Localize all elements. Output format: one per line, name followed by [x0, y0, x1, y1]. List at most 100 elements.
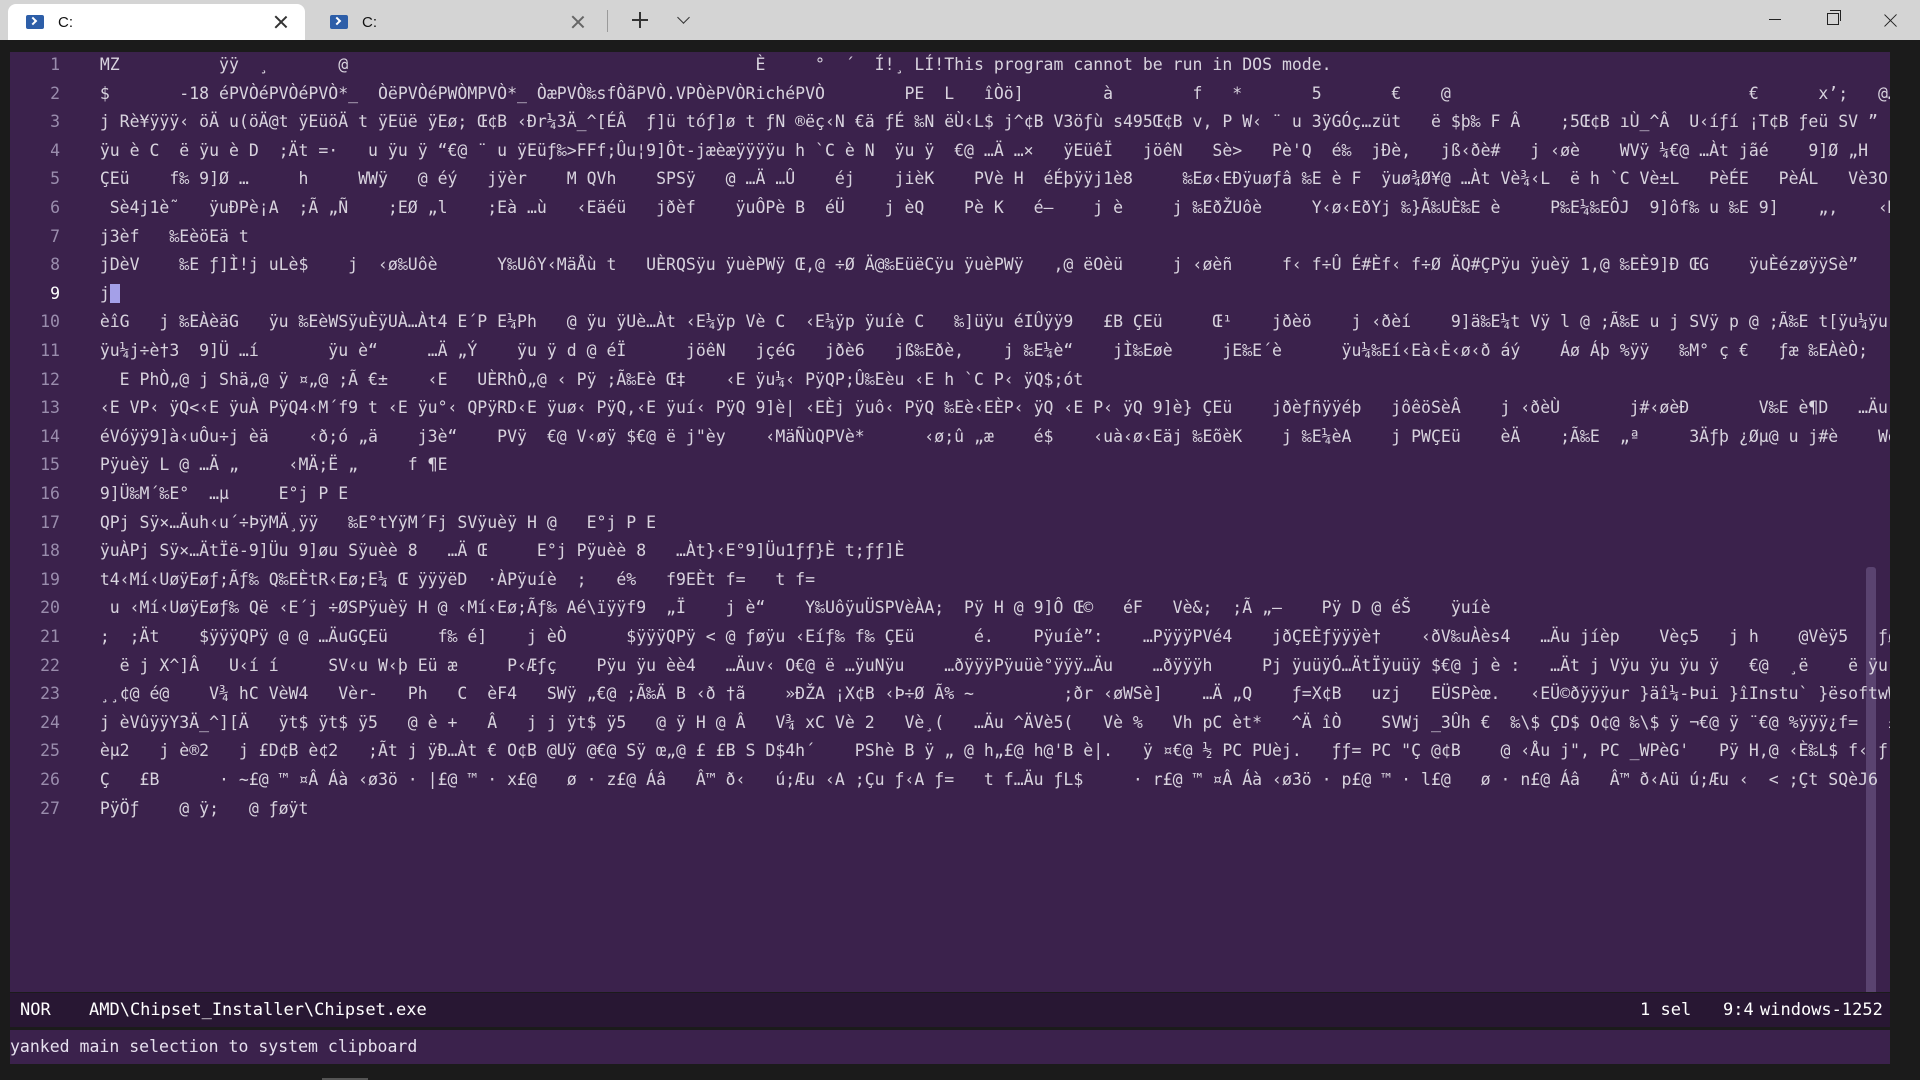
title-bar: C: C: [0, 0, 1920, 40]
line-number: 11 [40, 341, 60, 360]
line-text: $ -18 éPVÒéPVÒéPVÒ*_ ÒëPVÒéPWÒMPVÒ*_ ÒæP… [99, 83, 1890, 103]
buffer-line[interactable]: 9 j [10, 279, 1890, 309]
line-text: j Rè¥ÿÿÿ‹ öÄ u(öÄ@t ÿEüöÄ t ÿEüë ÿEø; Œ¢… [99, 112, 1878, 132]
tab-title: C: [58, 13, 73, 31]
new-tab-plus-icon[interactable] [628, 8, 652, 32]
line-number: 20 [40, 598, 60, 618]
buffer-line[interactable]: 13 ‹E VP‹ ÿQ<‹E ÿuÀ PÿQ4‹M´f9 t ‹E ÿu°‹ … [10, 393, 1890, 423]
buffer-line[interactable]: 20 u ‹Mí‹UøÿEøƒ‰ Që ‹E´j ÷ØSPÿuèÿ H @ ‹M… [10, 593, 1890, 623]
line-number: 7 [50, 226, 60, 246]
line-text: ÿuÀPj Sÿ×…ÄtÏë-9]Üu 9]øu Sÿuèè 8 …Ä Œ E°… [99, 541, 905, 561]
file-path: AMD\Chipset_Installer\Chipset.exe [89, 1000, 427, 1020]
line-text: Ç £B · ~£@ ™ ¤Â Áà ‹ø3ö · |£@ ™ · x£@ ø … [99, 770, 1890, 789]
buffer-line[interactable]: 26 Ç £B · ~£@ ™ ¤Â Áà ‹ø3ö · |£@ ™ · x£@… [10, 765, 1890, 795]
maximize-icon[interactable] [1804, 0, 1862, 40]
line-text: èµ2 j è®2 j £D¢B è¢2 ;Ãt j ÿÐ…Àt € O¢B @… [99, 741, 1890, 761]
line-number: 1 [50, 55, 60, 74]
line-text: QPj Sÿ×…Äuh‹u´÷ÞÿMÄ¸ÿÿ ‰E°tYÿM´Fj SVÿuèÿ… [99, 512, 657, 532]
buffer-line[interactable]: 8 jDèV ‰E ƒ]Ì!j uLè$ j ‹ø‰Uôè Y‰UôY‹MäÅù… [10, 250, 1890, 280]
line-number: 15 [40, 455, 60, 475]
line-number: 22 [40, 655, 60, 675]
line-number: 24 [40, 712, 60, 732]
line-text: u ‹Mí‹UøÿEøƒ‰ Që ‹E´j ÷ØSPÿuèÿ H @ ‹Mí‹E… [99, 598, 1491, 618]
line-number: 12 [40, 369, 60, 389]
line-text: Pÿuèÿ L @ …Ä „ ‹MÄ;Ë „ f ¶E [99, 455, 448, 475]
tab-title: C: [362, 13, 377, 31]
buffer-line[interactable]: 27 PÿÖƒ @ ÿ; @ ƒøÿt [10, 794, 1890, 824]
buffer-line[interactable]: 5 ÇEü f‰ 9]Ø … h WWÿ @ éý jÿèr M QVh SPS… [10, 164, 1890, 194]
buffer-line[interactable]: 15 Pÿuèÿ L @ …Ä „ ‹MÄ;Ë „ f ¶E [10, 450, 1890, 480]
editor-buffer[interactable]: 1 MZ ÿÿ ¸ @ È ° ´ Í!¸ LÍ!This program ca… [10, 52, 1890, 992]
tab-close-icon[interactable] [568, 12, 588, 32]
tab-c-inactive[interactable]: C: [312, 4, 602, 40]
line-text: E PhÒ„@ j Shä„@ ÿ ¤„@ ;Ã €± ‹E UÈRhÒ„@ ‹… [99, 369, 1084, 389]
tab-c-active[interactable]: C: [8, 4, 305, 40]
tab-separator [607, 10, 608, 32]
buffer-line[interactable]: 2 $ -18 éPVÒéPVÒéPVÒ*_ ÒëPVÒéPWÒMPVÒ*_ Ò… [10, 79, 1890, 109]
line-text: éVóÿÿ9]à‹uÔu÷j èä ‹ð;ó „ä j3è“ PVÿ €@ V‹… [99, 426, 1890, 446]
selection-count: 1 sel [1640, 1000, 1692, 1020]
line-text: ÿu¼j÷è†3 9]Ü …í ÿu è“ …Ä „Ý ÿu ÿ d @ éÏ … [99, 341, 1890, 360]
buffer-line[interactable]: 16 9]Ü‰M´‰E° …µ E°j P E [10, 479, 1890, 509]
line-text: ÇEü f‰ 9]Ø … h WWÿ @ éý jÿèr M QVh SPSÿ … [99, 169, 1890, 189]
buffer-line[interactable]: 14 éVóÿÿ9]à‹uÔu÷j èä ‹ð;ó „ä j3è“ PVÿ €@… [10, 422, 1890, 452]
line-text: PÿÖƒ @ ÿ; @ ƒøÿt [99, 798, 309, 818]
line-text: j èVûÿÿY3Ä_^][Ä ÿt$ ÿt$ ÿ5 @ è + Â j j ÿ… [99, 712, 1890, 732]
cursor-position: 9:4 [1723, 1000, 1754, 1020]
line-text: ¸¸¢@ é@ V¾ hC VèW4 Vèr- Ph C èF4 SWÿ „€@… [99, 684, 1890, 704]
line-number: 4 [50, 140, 60, 160]
line-number: 14 [40, 426, 60, 446]
file-encoding: windows-1252 [1760, 1000, 1883, 1020]
buffer-line[interactable]: 24 j èVûÿÿY3Ä_^][Ä ÿt$ ÿt$ ÿ5 @ è + Â j … [10, 708, 1890, 738]
buffer-line[interactable]: 4 ÿu è C ë ÿu è D ;Ät =· u ÿu ÿ “€@ ¨ u … [10, 136, 1890, 166]
buffer-line[interactable]: 1 MZ ÿÿ ¸ @ È ° ´ Í!¸ LÍ!This program ca… [10, 52, 1890, 80]
line-text: t4‹Mí‹UøÿEøƒ;Ãƒ‰ Q‰EÈtR‹Eø;E¼ Œ ÿÿÿëD ·À… [99, 569, 816, 589]
mode-indicator: NOR [20, 1000, 51, 1020]
buffer-line[interactable]: 17 QPj Sÿ×…Äuh‹u´÷ÞÿMÄ¸ÿÿ ‰E°tYÿM´Fj SVÿ… [10, 508, 1890, 538]
line-number: 6 [50, 198, 60, 217]
line-number: 18 [40, 541, 60, 561]
message-line: yanked main selection to system clipboar… [10, 1030, 1890, 1064]
tab-dropdown-chevron-icon[interactable] [674, 8, 694, 32]
line-text: Sè4j1è˜ ÿuÐPè¡A ;Ã „Ñ ;EØ „l ;Eà …ù ‹Eäé… [99, 198, 1890, 217]
minimize-icon[interactable] [1746, 0, 1804, 40]
tab-close-icon[interactable] [271, 12, 291, 32]
line-number: 26 [40, 770, 60, 789]
line-text: MZ ÿÿ ¸ @ È ° ´ Í!¸ LÍ!This program cann… [99, 55, 1332, 74]
line-number: 9 [50, 283, 60, 303]
buffer-line[interactable]: 21 ; ;Ät $ÿÿÿQPÿ @ @ …ÄuGÇEü f‰ é] j èÒ … [10, 622, 1890, 652]
buffer-line[interactable]: 10 èîG j ‰EÀèäG ÿu ‰EèWSÿuÈÿUÀ…Àt4 E´P E… [10, 307, 1890, 337]
buffer-line[interactable]: 11 ÿu¼j÷è†3 9]Ü …í ÿu è“ …Ä „Ý ÿu ÿ d @ … [10, 336, 1890, 366]
line-number: 25 [40, 741, 60, 761]
window-bottom-edge [0, 1066, 1920, 1080]
buffer-line[interactable]: 7 j3èf ‰EèöEä t [10, 222, 1890, 252]
buffer-line[interactable]: 19 t4‹Mí‹UøÿEøƒ;Ãƒ‰ Q‰EÈtR‹Eø;E¼ Œ ÿÿÿëD… [10, 565, 1890, 595]
line-number: 17 [40, 512, 60, 532]
buffer-line[interactable]: 25 èµ2 j è®2 j £D¢B è¢2 ;Ãt j ÿÐ…Àt € O¢… [10, 736, 1890, 766]
buffer-line[interactable]: 6 Sè4j1è˜ ÿuÐPè¡A ;Ã „Ñ ;EØ „l ;Eà …ù ‹E… [10, 193, 1890, 223]
line-text: jDèV ‰E ƒ]Ì!j uLè$ j ‹ø‰Uôè Y‰UôY‹MäÅù t… [99, 255, 1890, 275]
buffer-line[interactable]: 22 ë j X^]Â U‹í í SV‹u W‹þ Eü æ P‹Æƒç Pÿ… [10, 651, 1890, 681]
powershell-icon [26, 15, 44, 29]
line-number: 23 [40, 684, 60, 704]
line-number: 16 [40, 484, 60, 503]
line-number: 10 [40, 312, 60, 332]
close-icon[interactable] [1862, 0, 1920, 40]
line-number: 2 [50, 83, 60, 103]
line-number: 13 [40, 398, 60, 418]
buffer-line[interactable]: 12 E PhÒ„@ j Shä„@ ÿ ¤„@ ;Ã €± ‹E UÈRhÒ„… [10, 365, 1890, 395]
line-text: èîG j ‰EÀèäG ÿu ‰EèWSÿuÈÿUÀ…Àt4 E´P E¼Ph… [99, 312, 1890, 332]
line-number: 8 [50, 255, 60, 275]
buffer-line[interactable]: 3 j Rè¥ÿÿÿ‹ öÄ u(öÄ@t ÿEüöÄ t ÿEüë ÿEø; … [10, 107, 1890, 137]
line-text: ; ;Ät $ÿÿÿQPÿ @ @ …ÄuGÇEü f‰ é] j èÒ $ÿÿ… [99, 627, 1890, 646]
text-cursor [109, 283, 120, 303]
line-text: j [99, 283, 110, 303]
line-number: 27 [40, 798, 60, 818]
buffer-line[interactable]: 18 ÿuÀPj Sÿ×…ÄtÏë-9]Üu 9]øu Sÿuèè 8 …Ä Œ… [10, 536, 1890, 566]
line-number: 21 [40, 627, 60, 646]
line-text: ë j X^]Â U‹í í SV‹u W‹þ Eü æ P‹Æƒç Pÿu ÿ… [99, 655, 1890, 675]
line-text: ÿu è C ë ÿu è D ;Ät =· u ÿu ÿ “€@ ¨ u ÿE… [99, 140, 1869, 160]
line-number: 19 [40, 569, 60, 589]
buffer-line[interactable]: 23 ¸¸¢@ é@ V¾ hC VèW4 Vèr- Ph C èF4 SWÿ … [10, 679, 1890, 709]
line-number: 5 [50, 169, 60, 189]
